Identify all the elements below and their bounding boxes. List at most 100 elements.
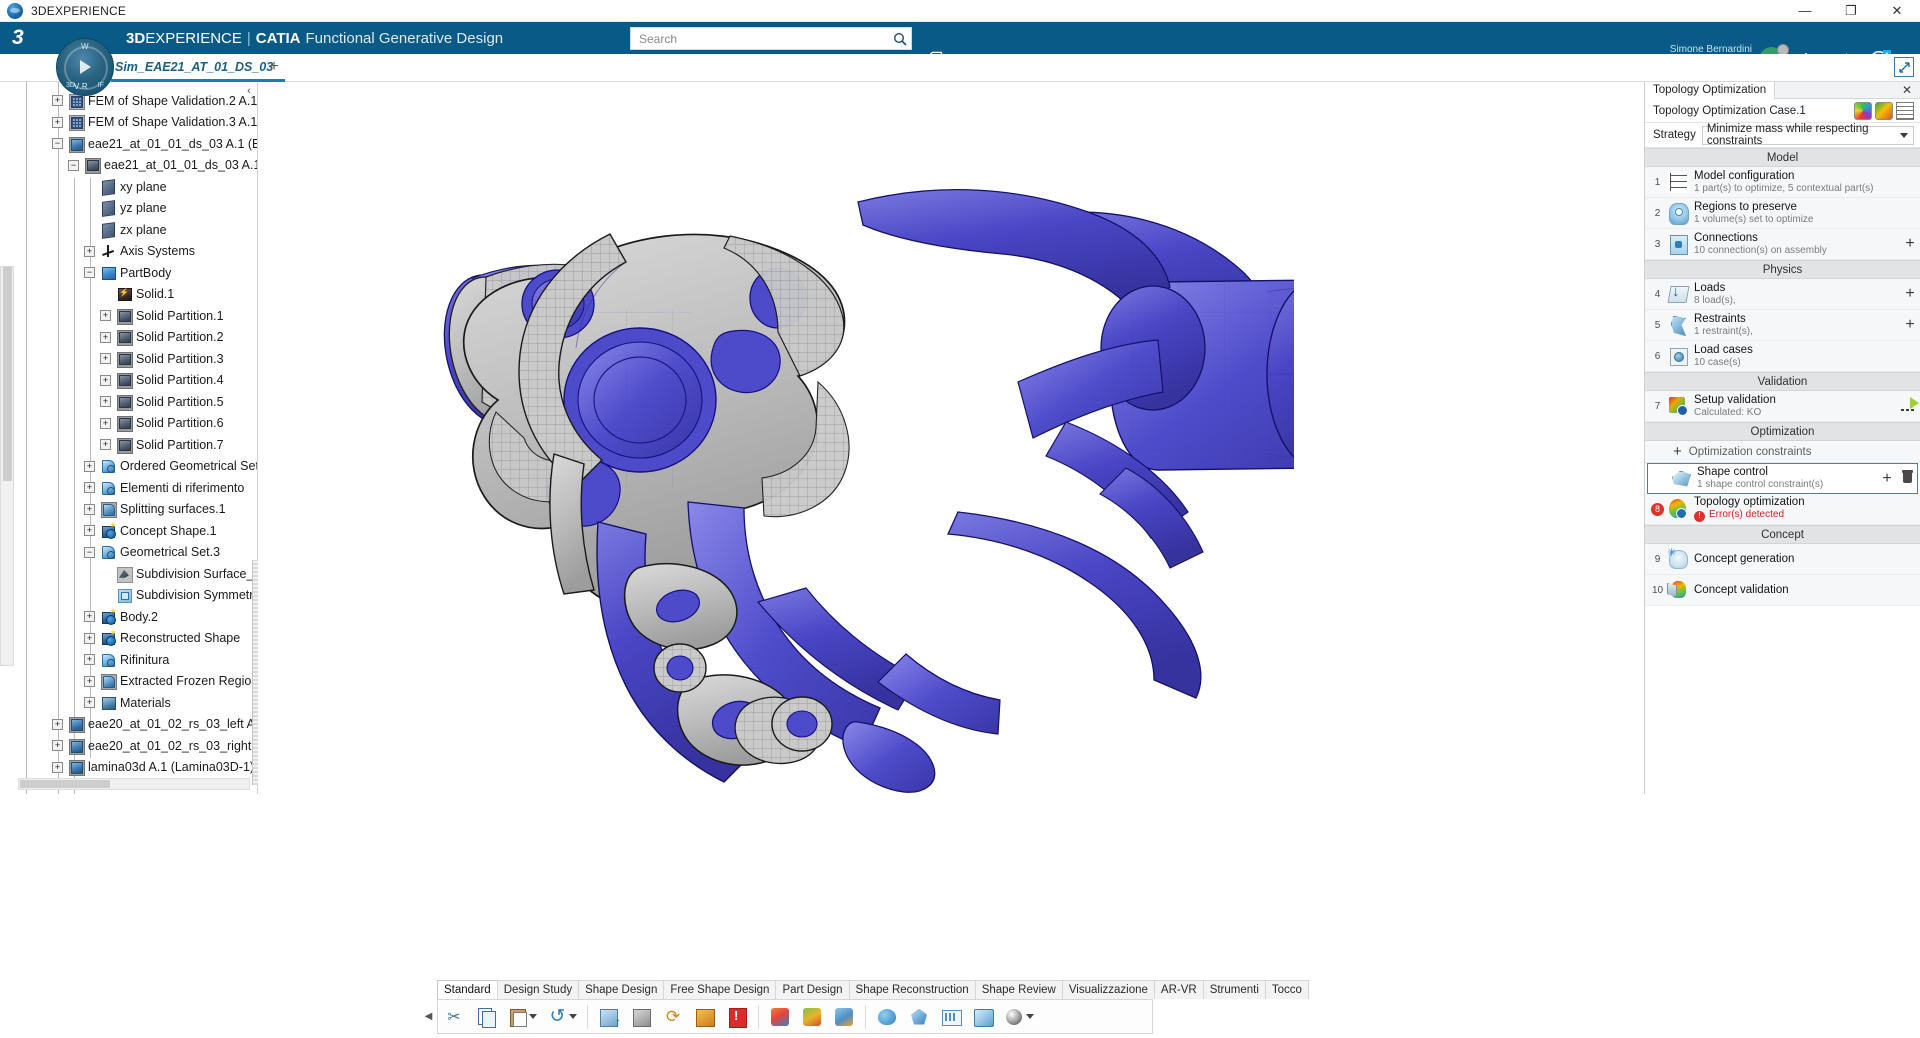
tree-node[interactable]: + eae20_at_01_02_rs_03_right A.1 (0, 735, 257, 757)
tree-expand-icon[interactable]: + (84, 503, 95, 515)
tree-node[interactable]: + Materials (0, 692, 257, 714)
panel-row[interactable]: 7 Setup validation Calculated: KO (1645, 391, 1920, 422)
undo-icon[interactable] (543, 1002, 581, 1032)
tree-collapse-icon[interactable]: − (84, 267, 95, 279)
tree-node[interactable]: + Elementi di riferimento (0, 477, 257, 499)
tree-expand-icon[interactable]: + (84, 245, 95, 257)
action-bar-tab-part-design[interactable]: Part Design (775, 980, 850, 999)
update-icon[interactable] (594, 1002, 624, 1032)
box-icon[interactable] (626, 1002, 656, 1032)
tree-node[interactable]: + lamina03d A.1 (Lamina03D-1) (0, 757, 257, 779)
panel-close-icon[interactable]: ✕ (1900, 83, 1914, 97)
tree-expand-icon[interactable]: + (84, 632, 95, 644)
panel-row[interactable]: 5 Restraints 1 restraint(s), + (1645, 310, 1920, 341)
tree-node[interactable]: + Solid Partition.7 (0, 434, 257, 456)
tree-node[interactable]: + Solid Partition.3 (0, 348, 257, 370)
restore-button[interactable]: ❐ (1828, 0, 1874, 22)
tree-node[interactable]: − Geometrical Set.3 (0, 542, 257, 564)
copy-icon[interactable] (471, 1002, 501, 1032)
plus-icon[interactable]: + (1673, 444, 1682, 459)
run-validation-icon[interactable] (1900, 397, 1920, 415)
document-tab[interactable]: Sim_EAE21_AT_01_DS_03 (111, 54, 286, 82)
action-bar-tab-ar-vr[interactable]: AR-VR (1153, 980, 1204, 999)
tree-collapse-icon[interactable]: − (68, 159, 79, 171)
action-bar-tab-shape-design[interactable]: Shape Design (578, 980, 665, 999)
tree-node[interactable]: Solid.1 (0, 284, 257, 306)
add-icon[interactable]: + (1900, 286, 1920, 302)
action-bar-tab-shape-review[interactable]: Shape Review (974, 980, 1063, 999)
tree-node[interactable]: Subdivision Surface_fina (0, 563, 257, 585)
tree-node[interactable]: + Concept Shape.1 (0, 520, 257, 542)
mesh-color-icon[interactable] (765, 1002, 795, 1032)
specification-tree[interactable]: + FEM of Shape Validation.2 A.1 + FEM of Sh… (0, 90, 257, 779)
cut-icon[interactable] (439, 1002, 469, 1032)
tree-node[interactable]: + Extracted Frozen Regions (0, 671, 257, 693)
results-image-icon[interactable] (1875, 101, 1893, 120)
tree-horizontal-scrollbar[interactable] (18, 778, 250, 790)
tree-vertical-scrollbar[interactable] (0, 266, 14, 666)
tree-expand-icon[interactable]: + (52, 761, 63, 773)
mesh-quality-icon[interactable] (797, 1002, 827, 1032)
tree-node[interactable]: + Axis Systems (0, 241, 257, 263)
chevron-down-icon[interactable] (528, 1014, 537, 1019)
section-icon[interactable] (968, 1002, 998, 1032)
tree-collapse-icon[interactable]: − (84, 546, 95, 558)
tree-node[interactable]: + Solid Partition.5 (0, 391, 257, 413)
refresh-icon[interactable] (658, 1002, 688, 1032)
tree-expand-icon[interactable]: + (84, 697, 95, 709)
swap-icon[interactable] (690, 1002, 720, 1032)
tree-node[interactable]: + Body.2 (0, 606, 257, 628)
chevron-down-icon[interactable] (1025, 1014, 1034, 1019)
tree-expand-icon[interactable]: + (100, 439, 111, 451)
tree-expand-icon[interactable]: + (84, 654, 95, 666)
tree-node[interactable]: + FEM of Shape Validation.3 A.1 (0, 112, 257, 134)
panel-row[interactable]: 2 Regions to preserve 1 volume(s) set to o… (1645, 198, 1920, 229)
add-shape-control-icon[interactable]: + (1877, 470, 1897, 487)
panel-row[interactable]: 9 Concept generation (1645, 544, 1920, 575)
minimize-button[interactable]: — (1782, 0, 1828, 22)
tree-expand-icon[interactable]: + (84, 675, 95, 687)
tree-expand-icon[interactable]: + (100, 310, 111, 322)
tree-node[interactable]: xy plane (0, 176, 257, 198)
search-box[interactable] (630, 27, 912, 50)
tree-expand-icon[interactable]: + (100, 417, 111, 429)
add-icon[interactable]: + (1900, 317, 1920, 333)
panel-tab-topology-optimization[interactable]: Topology Optimization (1645, 81, 1776, 99)
panel-row[interactable]: Shape control 1 shape control constraint(… (1647, 463, 1918, 494)
results-table-icon[interactable] (1896, 101, 1914, 120)
tree-node[interactable]: − eae21_at_01_01_ds_03 A.1 (EAE2 (0, 133, 257, 155)
mesh-tools-icon[interactable] (829, 1002, 859, 1032)
tree-node[interactable]: + Solid Partition.1 (0, 305, 257, 327)
grid-icon[interactable] (936, 1002, 966, 1032)
panel-row[interactable]: 4Loads8 load(s),+ (1645, 279, 1920, 310)
tree-expand-icon[interactable]: + (52, 95, 63, 107)
action-bar-tab-visualizzazione[interactable]: Visualizzazione (1061, 980, 1155, 999)
panel-row[interactable]: 8 Topology optimization! Error(s) detected (1645, 494, 1920, 525)
tree-node[interactable]: Subdivision Symmetry.2 (0, 585, 257, 607)
add-tab-button[interactable]: + (265, 58, 283, 76)
render-icon[interactable] (1000, 1002, 1038, 1032)
tree-expand-icon[interactable]: + (100, 353, 111, 365)
add-optimization-constraint[interactable]: + Optimization constraints (1645, 441, 1920, 463)
tree-expand-icon[interactable]: + (84, 482, 95, 494)
tree-node[interactable]: + Splitting surfaces.1 (0, 499, 257, 521)
scroll-thumb[interactable] (20, 780, 110, 788)
tree-node[interactable]: + Rifinitura (0, 649, 257, 671)
tree-expand-icon[interactable]: + (100, 331, 111, 343)
tree-expand-icon[interactable]: + (100, 374, 111, 386)
tree-node[interactable]: yz plane (0, 198, 257, 220)
scroll-thumb[interactable] (3, 267, 12, 481)
tree-node[interactable]: + Solid Partition.6 (0, 413, 257, 435)
tree-node[interactable]: − PartBody (0, 262, 257, 284)
3d-viewport[interactable] (258, 82, 1294, 794)
action-bar-tab-standard[interactable]: Standard (437, 980, 498, 999)
compass-icon[interactable]: W 3D IF V.R (56, 38, 114, 96)
tree-expand-icon[interactable]: + (84, 525, 95, 537)
add-icon[interactable]: + (1900, 236, 1920, 252)
simulate-icon[interactable] (872, 1002, 902, 1032)
3d-model-render[interactable] (258, 82, 1294, 794)
chevron-down-icon[interactable] (568, 1014, 577, 1019)
paste-icon[interactable] (503, 1002, 541, 1032)
tree-expand-icon[interactable]: + (100, 396, 111, 408)
toolbar-drag-handle[interactable]: ◀ (422, 999, 435, 1034)
